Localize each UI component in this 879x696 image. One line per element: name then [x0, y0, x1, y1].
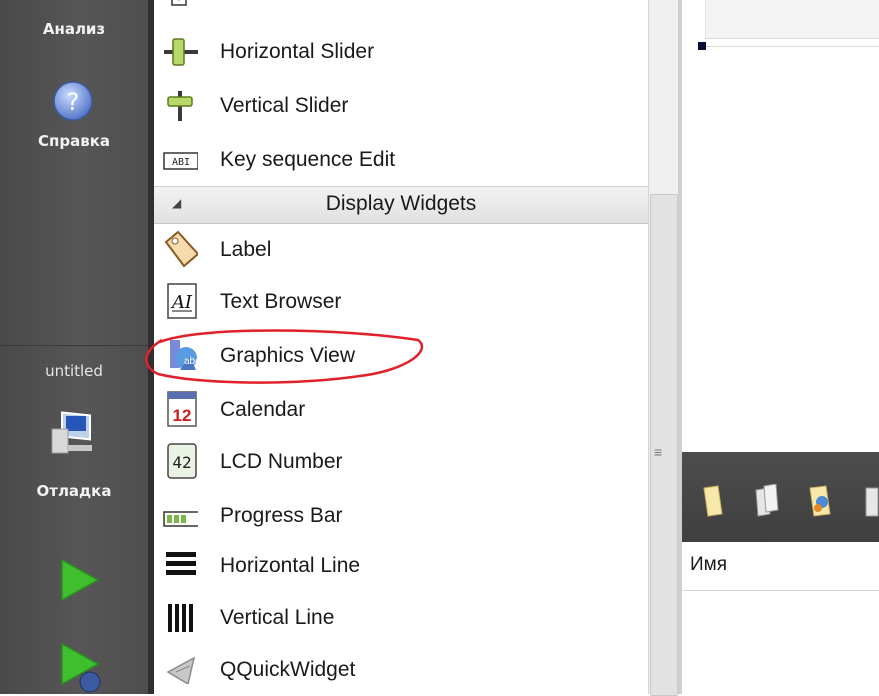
- svg-text:AI: AI: [170, 292, 193, 313]
- lcd-number-icon: 42: [167, 443, 197, 479]
- widget-item-horizontal-line[interactable]: Horizontal Line: [154, 540, 648, 592]
- splitter-grip-icon[interactable]: ≡: [654, 444, 662, 460]
- progress-bar-icon: [163, 511, 198, 527]
- project-selector-label[interactable]: untitled: [0, 362, 148, 380]
- more-toolbar-icon[interactable]: [862, 484, 879, 518]
- widget-item-vertical-line[interactable]: Vertical Line: [154, 592, 648, 644]
- qquickwidget-icon: [166, 656, 196, 684]
- widget-item-horizontal-slider[interactable]: Horizontal Slider: [154, 26, 648, 78]
- label-tag-icon: [164, 230, 198, 268]
- widget-item-label-text: Progress Bar: [220, 504, 343, 527]
- column-header-name: Имя: [690, 554, 728, 575]
- widget-item-qquickwidget[interactable]: QQuickWidget: [154, 644, 648, 696]
- selection-handle[interactable]: [698, 42, 706, 50]
- category-title: Display Widgets: [325, 192, 477, 215]
- help-icon[interactable]: ?: [52, 80, 94, 122]
- widget-item-lcd-number[interactable]: 42 LCD Number: [154, 436, 648, 488]
- widget-item-progress-bar[interactable]: Progress Bar: [154, 490, 648, 542]
- widget-item-vertical-scroll-bar[interactable]: Vertical Scroll Bar: [154, 0, 648, 18]
- svg-text:ABI: ABI: [172, 157, 190, 168]
- form-canvas[interactable]: [705, 0, 879, 39]
- form-editor-area[interactable]: [682, 0, 879, 452]
- widget-item-label-text: QQuickWidget: [220, 658, 356, 681]
- key-sequence-edit-icon: ABI: [163, 152, 198, 170]
- widget-item-label-text: Label: [220, 238, 272, 261]
- lcd-icon-text: 42: [172, 453, 191, 472]
- widget-item-label: Key sequence Edit: [220, 148, 396, 171]
- help-mode-label[interactable]: Справка: [0, 132, 148, 150]
- widget-item-vertical-slider[interactable]: Vertical Slider: [154, 80, 648, 132]
- widget-item-label-text: Horizontal Line: [220, 554, 361, 577]
- widget-item-label: Vertical Slider: [220, 94, 349, 117]
- widget-item-label-text: Vertical Line: [220, 606, 335, 629]
- horizontal-slider-icon: [164, 38, 198, 66]
- vertical-slider-icon: [167, 91, 193, 121]
- widget-item-label[interactable]: Label: [154, 224, 648, 276]
- widget-item-label: Vertical Scroll Bar: [220, 0, 386, 18]
- widget-item-label: Horizontal Slider: [220, 40, 375, 63]
- mode-bar-divider: [0, 345, 148, 346]
- form-edge-line: [706, 46, 879, 47]
- new-file-icon[interactable]: [700, 484, 726, 518]
- mode-bar: Анализ ? Справка untitled Отладка: [0, 0, 148, 694]
- widget-item-label-text: LCD Number: [220, 450, 343, 473]
- analysis-mode-label[interactable]: Анализ: [0, 20, 148, 38]
- vertical-scroll-bar-icon: [171, 0, 187, 6]
- run-icon[interactable]: [56, 556, 104, 604]
- vertical-line-icon: [168, 604, 193, 632]
- copy-file-icon[interactable]: [752, 484, 782, 518]
- text-browser-icon: AI: [167, 283, 197, 319]
- column-header[interactable]: Имя: [682, 542, 879, 591]
- svg-text:?: ?: [67, 88, 80, 116]
- run-debug-icon[interactable]: [56, 640, 104, 694]
- horizontal-line-icon: [166, 552, 196, 575]
- category-display-widgets[interactable]: ◢ Display Widgets: [154, 186, 648, 224]
- widget-item-key-sequence-edit[interactable]: ABI Key sequence Edit: [154, 134, 648, 186]
- add-resource-icon[interactable]: [806, 484, 836, 518]
- monitor-icon[interactable]: [48, 405, 108, 465]
- calendar-icon-text: 12: [173, 406, 192, 425]
- annotation-circle: [145, 329, 424, 384]
- debug-mode-label[interactable]: Отладка: [0, 482, 148, 500]
